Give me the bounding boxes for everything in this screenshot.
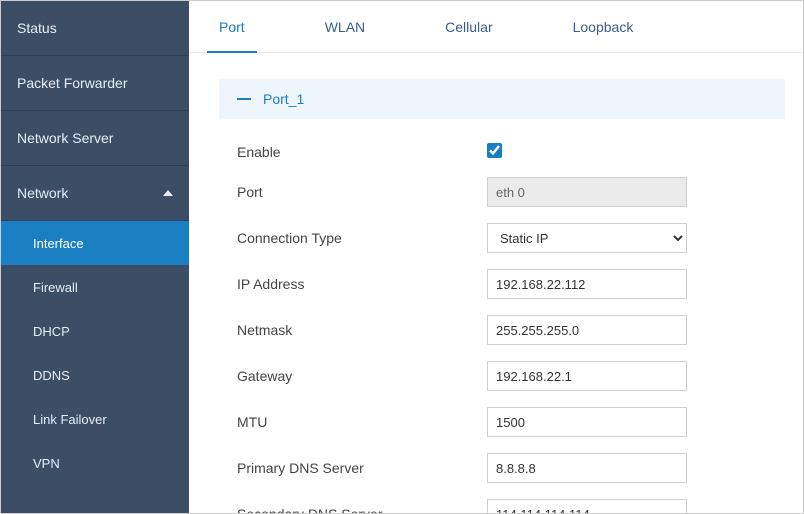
tab-loopback[interactable]: Loopback	[561, 1, 646, 52]
secondary-dns-input[interactable]	[487, 499, 687, 513]
sidebar: Status Packet Forwarder Network Server N…	[1, 1, 189, 513]
sidebar-item-status[interactable]: Status	[1, 1, 189, 56]
panel-header[interactable]: Port_1	[219, 79, 785, 119]
label-enable: Enable	[237, 144, 487, 160]
sidebar-item-network[interactable]: Network	[1, 166, 189, 221]
tab-cellular[interactable]: Cellular	[433, 1, 504, 52]
enable-checkbox[interactable]	[487, 143, 502, 158]
tab-wlan[interactable]: WLAN	[313, 1, 377, 52]
sidebar-item-label: Network	[17, 185, 68, 201]
caret-up-icon	[163, 190, 173, 196]
app-container: Status Packet Forwarder Network Server N…	[0, 0, 804, 514]
collapse-icon	[237, 98, 251, 100]
sidebar-sub-label: Firewall	[33, 280, 78, 295]
gateway-input[interactable]	[487, 361, 687, 391]
row-dns1: Primary DNS Server	[237, 453, 785, 483]
panel-title: Port_1	[263, 91, 304, 107]
label-dns2: Secondary DNS Server	[237, 506, 487, 513]
sidebar-sub-vpn[interactable]: VPN	[1, 441, 189, 485]
tab-port[interactable]: Port	[207, 1, 257, 53]
label-ip-address: IP Address	[237, 276, 487, 292]
sidebar-sub-label: VPN	[33, 456, 60, 471]
sidebar-sub-label: DHCP	[33, 324, 70, 339]
connection-type-select[interactable]: Static IP	[487, 223, 687, 253]
port-input	[487, 177, 687, 207]
label-gateway: Gateway	[237, 368, 487, 384]
row-ip-address: IP Address	[237, 269, 785, 299]
sidebar-sub-label: DDNS	[33, 368, 70, 383]
sidebar-sub-interface[interactable]: Interface	[1, 221, 189, 265]
tab-bar: Port WLAN Cellular Loopback	[189, 1, 803, 53]
row-netmask: Netmask	[237, 315, 785, 345]
row-mtu: MTU	[237, 407, 785, 437]
sidebar-sub-firewall[interactable]: Firewall	[1, 265, 189, 309]
content-area: Port_1 Enable Port Connection Type Stati…	[189, 53, 803, 513]
sidebar-sub-ddns[interactable]: DDNS	[1, 353, 189, 397]
label-dns1: Primary DNS Server	[237, 460, 487, 476]
sidebar-sub-label: Link Failover	[33, 412, 107, 427]
sidebar-item-network-server[interactable]: Network Server	[1, 111, 189, 166]
sidebar-item-label: Network Server	[17, 130, 113, 146]
sidebar-item-packet-forwarder[interactable]: Packet Forwarder	[1, 56, 189, 111]
ip-address-input[interactable]	[487, 269, 687, 299]
label-connection-type: Connection Type	[237, 230, 487, 246]
row-enable: Enable	[237, 143, 785, 161]
mtu-input[interactable]	[487, 407, 687, 437]
netmask-input[interactable]	[487, 315, 687, 345]
label-netmask: Netmask	[237, 322, 487, 338]
sidebar-sub-label: Interface	[33, 236, 84, 251]
row-port: Port	[237, 177, 785, 207]
port-form: Enable Port Connection Type Static IP	[219, 143, 785, 513]
sidebar-sub-link-failover[interactable]: Link Failover	[1, 397, 189, 441]
primary-dns-input[interactable]	[487, 453, 687, 483]
row-dns2: Secondary DNS Server	[237, 499, 785, 513]
main-area: Port WLAN Cellular Loopback Port_1 Enabl…	[189, 1, 803, 513]
row-connection-type: Connection Type Static IP	[237, 223, 785, 253]
label-port: Port	[237, 184, 487, 200]
row-gateway: Gateway	[237, 361, 785, 391]
label-mtu: MTU	[237, 414, 487, 430]
sidebar-sub-dhcp[interactable]: DHCP	[1, 309, 189, 353]
sidebar-item-label: Packet Forwarder	[17, 75, 127, 91]
sidebar-item-label: Status	[17, 20, 57, 36]
